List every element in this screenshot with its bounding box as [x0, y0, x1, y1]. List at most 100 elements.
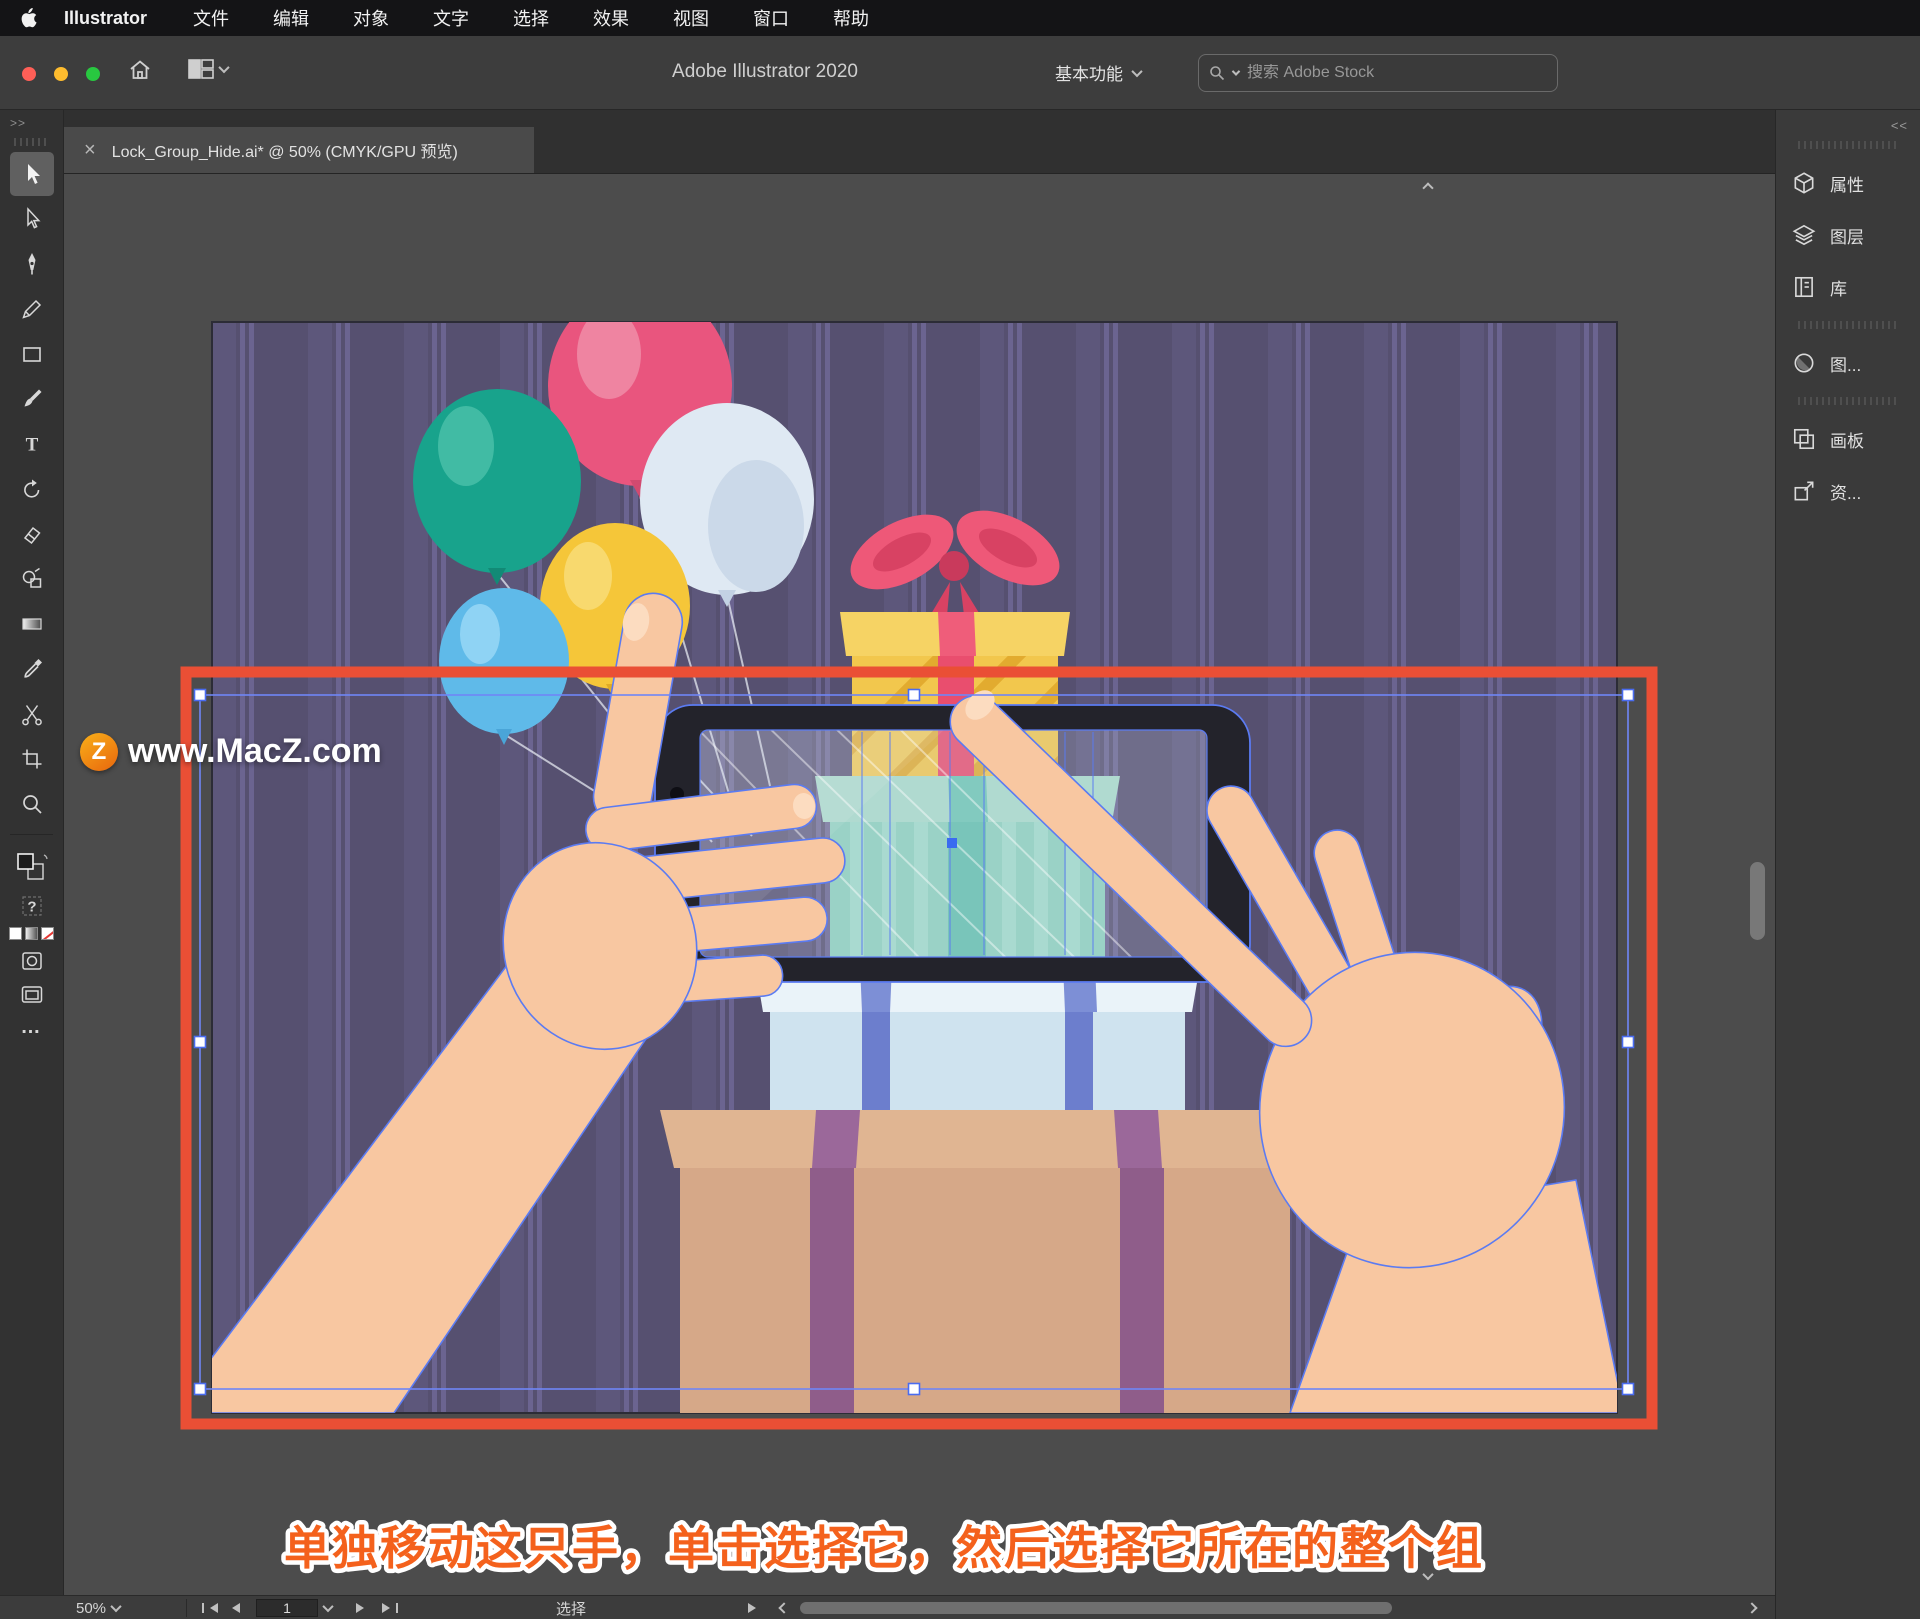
chevron-down-icon	[218, 62, 229, 73]
tools-panel-collapse[interactable]: >>	[0, 110, 63, 136]
scissors-tool-icon[interactable]	[10, 692, 54, 736]
gradient-swatch[interactable]	[25, 927, 38, 940]
menubar: Illustrator 文件 编辑 对象 文字 选择 效果 视图 窗口 帮助	[0, 0, 1920, 36]
drawing-mode-icon[interactable]	[19, 948, 45, 974]
panel-grip[interactable]	[1798, 141, 1898, 149]
zoom-tool-icon[interactable]	[10, 782, 54, 826]
asset-export-icon	[1791, 478, 1817, 504]
scroll-right-button[interactable]	[1748, 1596, 1756, 1619]
help-swatch-icon[interactable]: ?	[19, 893, 45, 919]
statusbar-divider	[186, 1599, 187, 1617]
eraser-tool-icon[interactable]	[10, 512, 54, 556]
traffic-minimize-button[interactable]	[54, 67, 68, 81]
rectangle-tool-icon[interactable]	[10, 332, 54, 376]
panel-tab-libraries[interactable]: 库	[1776, 261, 1920, 313]
panel-grip[interactable]	[1798, 397, 1898, 405]
menubar-app-name[interactable]: Illustrator	[64, 8, 147, 29]
document-tab-title: Lock_Group_Hide.ai* @ 50% (CMYK/GPU 预览)	[112, 138, 458, 162]
canvas-area[interactable]: Z www.MacZ.com 单独移动这只手，单击选择它，然后选择它所在的整个组	[64, 174, 1775, 1595]
home-button[interactable]	[128, 58, 152, 82]
panel-dock: << 属性 图层 库 图... 画板 资...	[1775, 110, 1920, 1619]
svg-text:?: ?	[27, 899, 36, 916]
traffic-close-button[interactable]	[22, 67, 36, 81]
libraries-icon	[1791, 274, 1817, 300]
workspace-switcher[interactable]: 基本功能	[1055, 60, 1141, 85]
arrange-documents-button[interactable]	[188, 58, 228, 80]
shape-builder-tool-icon[interactable]	[10, 557, 54, 601]
window-title: Adobe Illustrator 2020	[672, 61, 858, 83]
workspace-label: 基本功能	[1055, 60, 1123, 85]
chevron-down-icon	[1131, 65, 1142, 76]
direct-selection-tool-icon[interactable]	[10, 197, 54, 241]
chevron-down-icon	[110, 1601, 121, 1612]
panel-tab-asset-export[interactable]: 资...	[1776, 465, 1920, 517]
menu-window[interactable]: 窗口	[753, 5, 789, 31]
prev-page-button[interactable]	[232, 1596, 240, 1619]
panel-tab-label: 图...	[1830, 351, 1861, 376]
next-page-button[interactable]	[356, 1596, 364, 1619]
menu-edit[interactable]: 编辑	[273, 5, 309, 31]
chevron-down-icon	[322, 1601, 333, 1612]
panel-tab-artboards[interactable]: 画板	[1776, 413, 1920, 465]
menu-type[interactable]: 文字	[433, 5, 469, 31]
apple-logo-icon[interactable]	[20, 8, 38, 28]
zoom-control[interactable]: 50%	[76, 1596, 120, 1619]
screen-mode-icon[interactable]	[19, 982, 45, 1008]
none-swatch[interactable]	[41, 927, 54, 940]
document-tabbar: × Lock_Group_Hide.ai* @ 50% (CMYK/GPU 预览…	[64, 110, 1775, 174]
current-tool-label: 选择	[556, 1598, 586, 1619]
eyedropper-tool-icon[interactable]	[10, 647, 54, 691]
panel-tab-graphic-styles[interactable]: 图...	[1776, 337, 1920, 389]
current-tool-indicator[interactable]: 选择	[556, 1596, 586, 1619]
last-page-button[interactable]	[382, 1596, 398, 1619]
type-tool-icon[interactable]: T	[10, 422, 54, 466]
menu-select[interactable]: 选择	[513, 5, 549, 31]
toolbar-separator	[10, 834, 53, 835]
menu-object[interactable]: 对象	[353, 5, 389, 31]
selection-center-anchor[interactable]	[947, 838, 957, 848]
zoom-value: 50%	[76, 1600, 106, 1617]
scroll-left-button[interactable]	[780, 1596, 788, 1619]
artboards-icon	[1791, 426, 1817, 452]
traffic-zoom-button[interactable]	[86, 67, 100, 81]
layers-icon	[1791, 222, 1817, 248]
selection-tool-icon[interactable]	[10, 152, 54, 196]
status-flyout-button[interactable]	[748, 1596, 756, 1619]
panel-tab-label: 资...	[1830, 479, 1861, 504]
vertical-scrollbar-thumb[interactable]	[1750, 862, 1765, 940]
gradient-tool-icon[interactable]	[10, 602, 54, 646]
panel-grip[interactable]	[1798, 321, 1898, 329]
panel-tab-label: 属性	[1830, 171, 1864, 196]
tools-panel: >> T	[0, 110, 64, 1595]
panel-tab-label: 画板	[1830, 427, 1864, 452]
tab-close-icon[interactable]: ×	[84, 140, 96, 160]
paintbrush-tool-icon[interactable]	[10, 377, 54, 421]
rotate-tool-icon[interactable]	[10, 467, 54, 511]
edit-toolbar-more-icon[interactable]: …	[21, 1016, 43, 1039]
pen-tool-icon[interactable]	[10, 242, 54, 286]
graphic-styles-icon	[1791, 350, 1817, 376]
properties-icon	[1791, 170, 1817, 196]
artboard-tool-icon[interactable]	[10, 737, 54, 781]
menu-view[interactable]: 视图	[673, 5, 709, 31]
first-page-button[interactable]	[202, 1596, 218, 1619]
color-swatch[interactable]	[9, 927, 22, 940]
menu-effect[interactable]: 效果	[593, 5, 629, 31]
horizontal-scrollbar-thumb[interactable]	[800, 1602, 1392, 1614]
panel-tab-properties[interactable]: 属性	[1776, 157, 1920, 209]
titlebar: Adobe Illustrator 2020 基本功能	[0, 36, 1920, 110]
stock-search-field[interactable]	[1198, 54, 1558, 92]
curvature-tool-icon[interactable]	[10, 287, 54, 331]
panel-tab-label: 库	[1830, 275, 1847, 300]
artwork-canvas[interactable]	[64, 174, 1775, 1595]
fill-stroke-control[interactable]	[14, 851, 50, 885]
chevron-down-icon	[1232, 67, 1240, 75]
menu-help[interactable]: 帮助	[833, 5, 869, 31]
tools-panel-grip[interactable]	[14, 138, 49, 146]
search-input[interactable]	[1247, 64, 1547, 82]
menu-file[interactable]: 文件	[193, 5, 229, 31]
panel-tab-layers[interactable]: 图层	[1776, 209, 1920, 261]
page-number-field[interactable]: 1	[256, 1596, 332, 1619]
document-tab[interactable]: × Lock_Group_Hide.ai* @ 50% (CMYK/GPU 预览…	[64, 127, 534, 173]
dock-collapse[interactable]: <<	[1776, 110, 1920, 133]
